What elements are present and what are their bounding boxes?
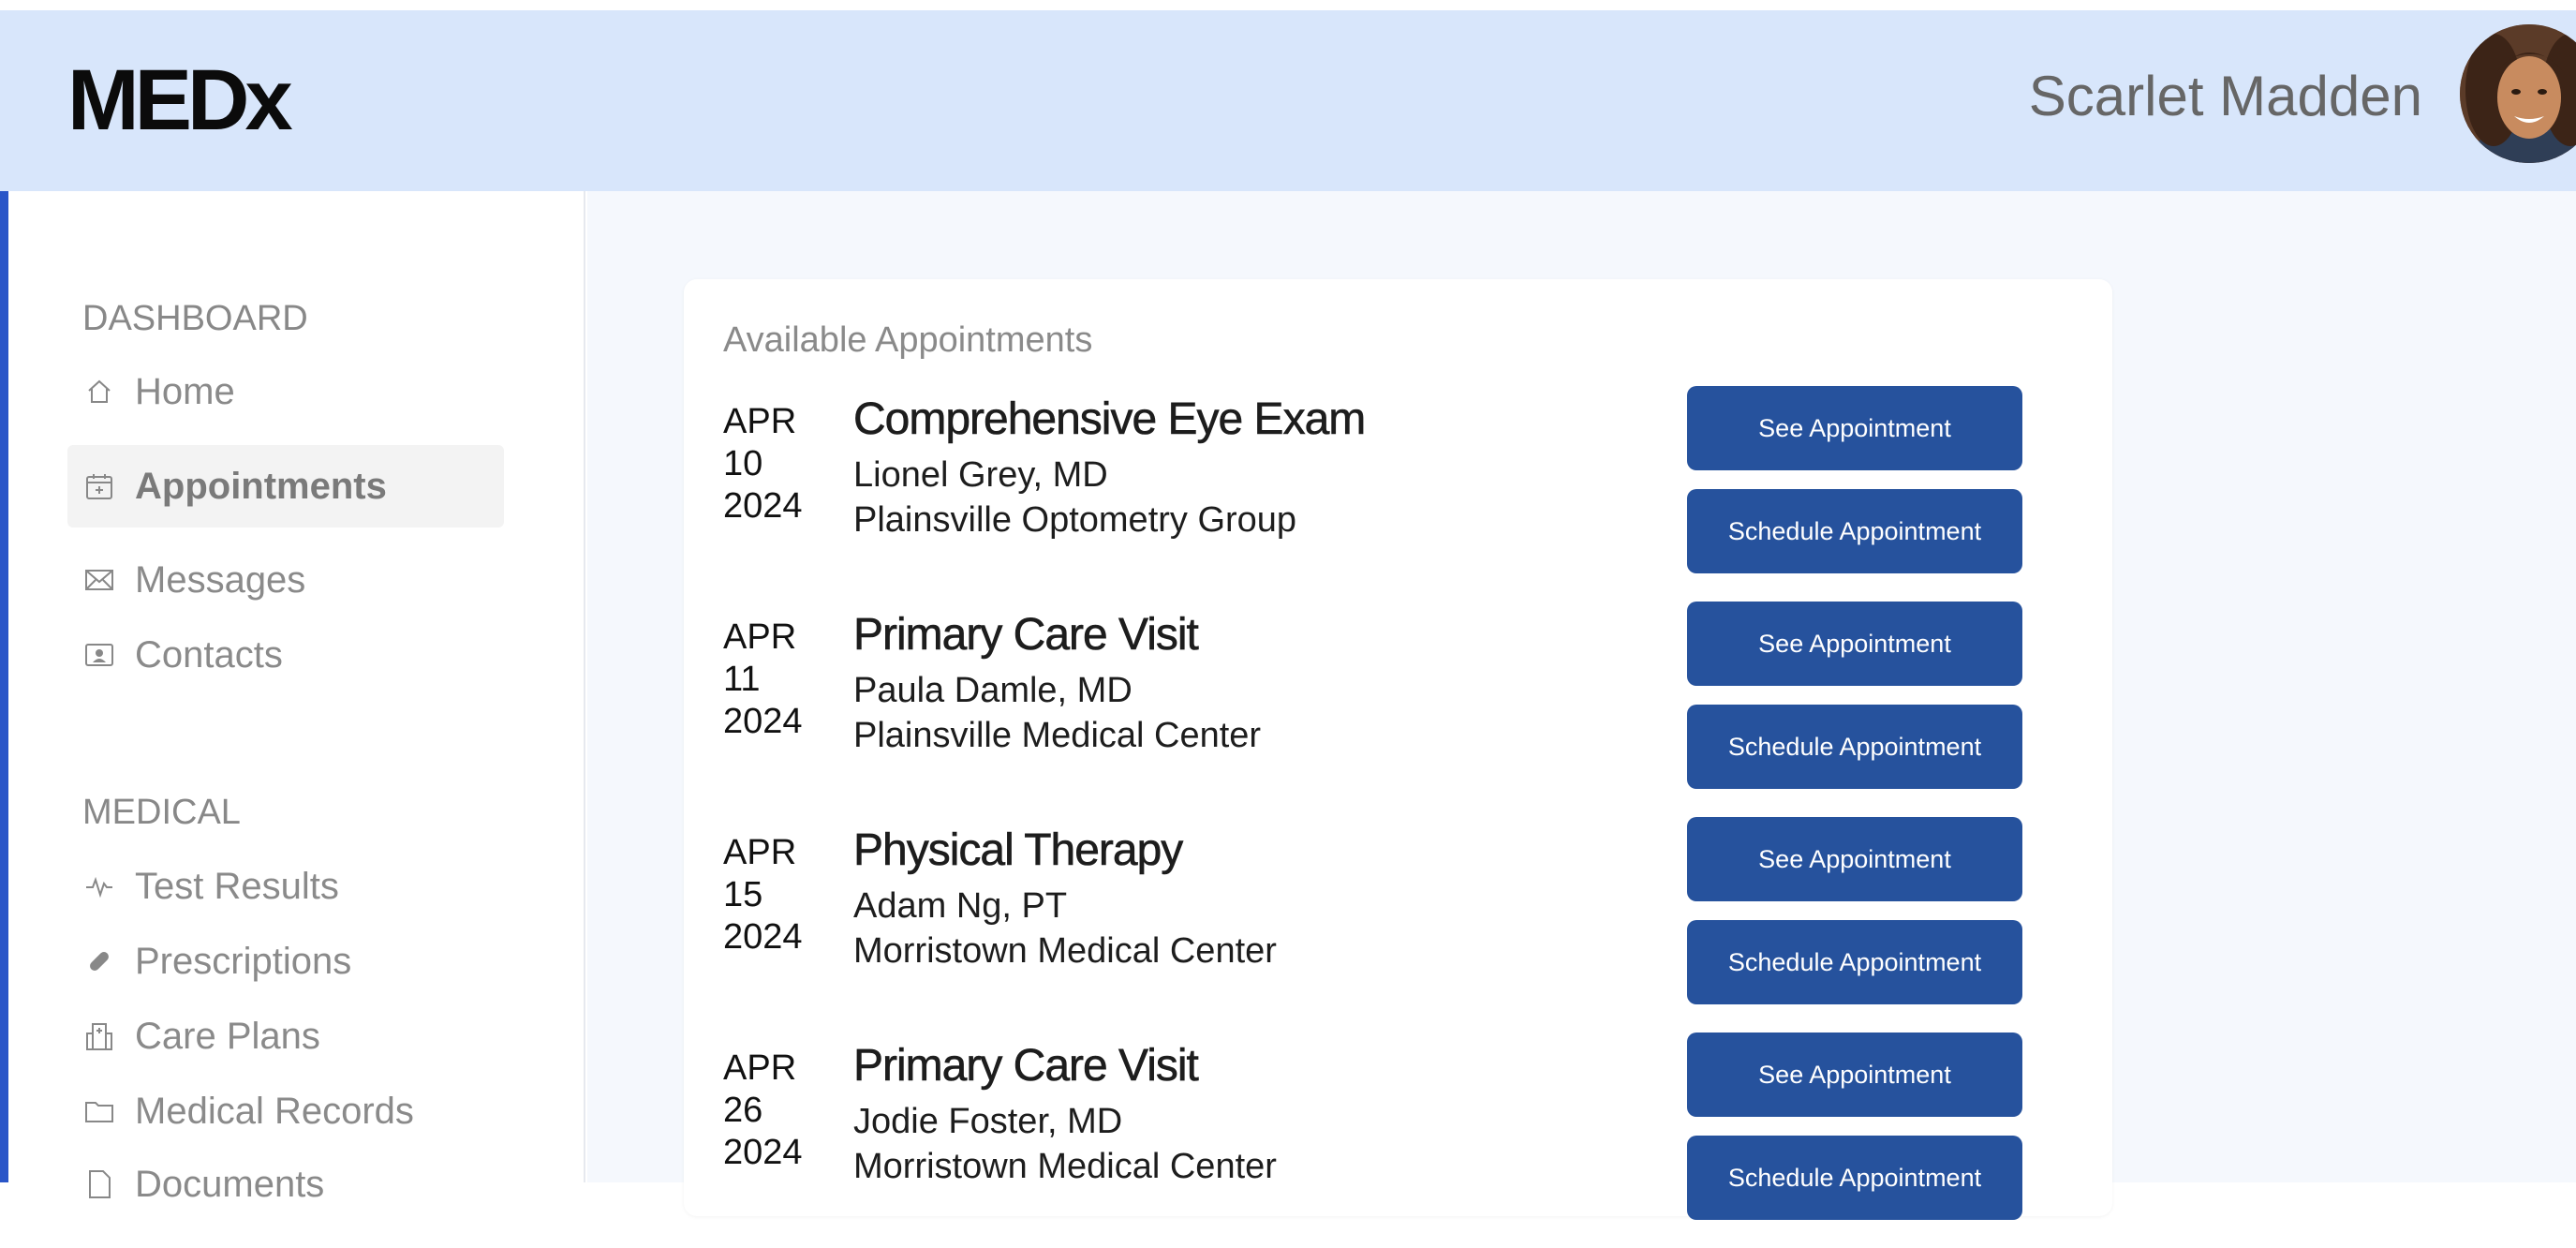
date-year: 2024: [723, 1133, 803, 1172]
date-year: 2024: [723, 702, 803, 741]
date-month: APR: [723, 617, 797, 657]
appointment-location: Plainsville Optometry Group: [853, 500, 1297, 540]
sidebar-item-label: Documents: [135, 1164, 325, 1205]
schedule-appointment-button[interactable]: Schedule Appointment: [1687, 489, 2022, 573]
date-day: 26: [723, 1091, 763, 1130]
appointment-item: APR 15 2024 Physical Therapy Adam Ng, PT…: [723, 817, 2063, 1033]
sidebar-item-label: Contacts: [135, 634, 283, 676]
appointment-doctor: Jodie Foster, MD: [853, 1102, 1123, 1141]
appointment-title: Comprehensive Eye Exam: [853, 394, 1367, 444]
appointment-doctor: Lionel Grey, MD: [853, 455, 1108, 495]
sidebar-accent-bar: [0, 191, 8, 1182]
sidebar-item-documents[interactable]: Documents: [67, 1143, 504, 1226]
date-month: APR: [723, 402, 797, 441]
sidebar-item-label: Test Results: [135, 866, 339, 907]
schedule-appointment-button[interactable]: Schedule Appointment: [1687, 705, 2022, 789]
sidebar-item-label: Home: [135, 371, 235, 412]
section-label-dashboard: DASHBOARD: [82, 299, 308, 338]
appointment-date: APR 11 2024: [723, 617, 836, 743]
sidebar-item-contacts[interactable]: Contacts: [67, 614, 504, 696]
envelope-icon: [82, 563, 116, 597]
sidebar-item-label: Medical Records: [135, 1091, 414, 1132]
app-logo[interactable]: MEDx: [67, 57, 293, 143]
date-day: 11: [723, 660, 761, 699]
date-day: 15: [723, 875, 763, 914]
sidebar-item-label: Prescriptions: [135, 941, 352, 982]
appointment-title: Primary Care Visit: [853, 1041, 1199, 1091]
section-label-medical: MEDICAL: [82, 793, 241, 832]
sidebar-item-label: Messages: [135, 559, 306, 601]
appointments-card: Available Appointments APR 10 2024 Compr…: [684, 279, 2112, 1220]
contact-card-icon: [82, 638, 116, 672]
pill-icon: [82, 944, 116, 978]
calendar-icon: [82, 469, 116, 503]
user-name[interactable]: Scarlet Madden: [2029, 68, 2422, 125]
appointment-doctor: Adam Ng, PT: [853, 886, 1068, 926]
sidebar-item-appointments[interactable]: Appointments: [67, 445, 504, 527]
appointment-location: Morristown Medical Center: [853, 1147, 1277, 1186]
pulse-icon: [82, 869, 116, 903]
see-appointment-button[interactable]: See Appointment: [1687, 386, 2022, 470]
appointment-item: APR 11 2024 Primary Care Visit Paula Dam…: [723, 602, 2063, 817]
app-header: MEDx Scarlet Madden: [0, 10, 2576, 191]
home-icon: [82, 375, 116, 409]
date-day: 10: [723, 444, 763, 483]
sidebar-item-care-plans[interactable]: Care Plans: [67, 995, 504, 1077]
date-year: 2024: [723, 917, 803, 957]
appointment-date: APR 26 2024: [723, 1047, 836, 1174]
sidebar-item-prescriptions[interactable]: Prescriptions: [67, 920, 504, 1003]
sidebar-item-home[interactable]: Home: [67, 350, 504, 433]
see-appointment-button[interactable]: See Appointment: [1687, 602, 2022, 686]
sidebar-item-messages[interactable]: Messages: [67, 539, 504, 621]
appointment-location: Morristown Medical Center: [853, 931, 1277, 971]
building-icon: [82, 1019, 116, 1053]
sidebar-item-label: Care Plans: [135, 1016, 320, 1057]
schedule-appointment-button[interactable]: Schedule Appointment: [1687, 1136, 2022, 1220]
appointment-title: Physical Therapy: [853, 825, 1184, 875]
date-year: 2024: [723, 486, 803, 526]
appointment-location: Plainsville Medical Center: [853, 716, 1262, 755]
appointment-date: APR 15 2024: [723, 832, 836, 958]
see-appointment-button[interactable]: See Appointment: [1687, 1033, 2022, 1117]
appointment-title: Primary Care Visit: [853, 610, 1199, 660]
date-month: APR: [723, 1048, 797, 1088]
folder-icon: [82, 1094, 116, 1128]
sidebar-item-test-results[interactable]: Test Results: [67, 845, 504, 928]
schedule-appointment-button[interactable]: Schedule Appointment: [1687, 920, 2022, 1004]
card-title: Available Appointments: [723, 320, 1093, 360]
see-appointment-button[interactable]: See Appointment: [1687, 817, 2022, 901]
sidebar-item-label: Appointments: [135, 466, 387, 507]
appointment-doctor: Paula Damle, MD: [853, 671, 1133, 710]
sidebar-item-medical-records[interactable]: Medical Records: [67, 1070, 504, 1152]
appointment-date: APR 10 2024: [723, 401, 836, 527]
appointment-item: APR 26 2024 Primary Care Visit Jodie Fos…: [723, 1033, 2063, 1248]
date-month: APR: [723, 833, 797, 872]
appointment-item: APR 10 2024 Comprehensive Eye Exam Lione…: [723, 386, 2063, 602]
top-strip: [0, 0, 2576, 10]
document-icon: [82, 1167, 116, 1201]
